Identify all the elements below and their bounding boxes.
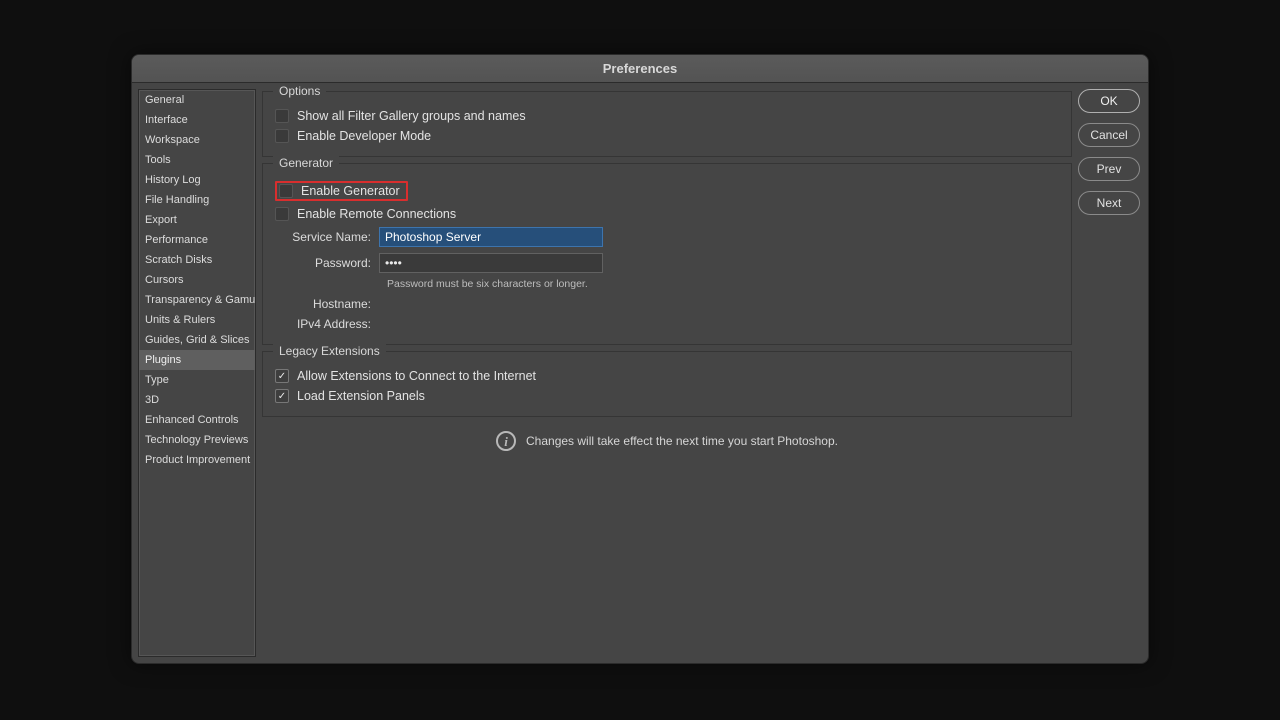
sidebar-item-type[interactable]: Type (139, 370, 255, 390)
load-panels-label: Load Extension Panels (297, 389, 425, 403)
sidebar-item-product-improvement[interactable]: Product Improvement (139, 450, 255, 470)
sidebar-item-technology-previews[interactable]: Technology Previews (139, 430, 255, 450)
ipv4-label: IPv4 Address: (275, 317, 379, 331)
enable-remote-label: Enable Remote Connections (297, 207, 456, 221)
service-name-label: Service Name: (275, 230, 379, 244)
window-title: Preferences (132, 55, 1148, 83)
enable-dev-mode-checkbox[interactable] (275, 129, 289, 143)
enable-remote-row[interactable]: Enable Remote Connections (275, 204, 1059, 224)
enable-remote-checkbox[interactable] (275, 207, 289, 221)
ok-button[interactable]: OK (1078, 89, 1140, 113)
sidebar-item-tools[interactable]: Tools (139, 150, 255, 170)
options-group: Options Show all Filter Gallery groups a… (262, 91, 1072, 157)
sidebar-item-history-log[interactable]: History Log (139, 170, 255, 190)
restart-note-text: Changes will take effect the next time y… (526, 434, 838, 448)
sidebar-item-3d[interactable]: 3D (139, 390, 255, 410)
info-icon: i (496, 431, 516, 451)
sidebar-item-export[interactable]: Export (139, 210, 255, 230)
legacy-legend: Legacy Extensions (273, 344, 386, 358)
hostname-label: Hostname: (275, 297, 379, 311)
allow-internet-checkbox[interactable] (275, 369, 289, 383)
enable-generator-label: Enable Generator (301, 184, 400, 198)
allow-internet-label: Allow Extensions to Connect to the Inter… (297, 369, 536, 383)
service-name-row: Service Name: Photoshop Server (275, 224, 1059, 250)
sidebar-item-interface[interactable]: Interface (139, 110, 255, 130)
sidebar-item-cursors[interactable]: Cursors (139, 270, 255, 290)
ipv4-row: IPv4 Address: (275, 314, 1059, 334)
password-label: Password: (275, 256, 379, 270)
enable-generator-highlight: Enable Generator (275, 181, 408, 201)
sidebar-item-plugins[interactable]: Plugins (139, 350, 255, 370)
prev-button[interactable]: Prev (1078, 157, 1140, 181)
options-legend: Options (273, 84, 326, 98)
password-row: Password: •••• (275, 250, 1059, 276)
sidebar-item-transparency-gamut[interactable]: Transparency & Gamut (139, 290, 255, 310)
generator-group: Generator Enable Generator Enable Remote… (262, 163, 1072, 345)
main-panel: Options Show all Filter Gallery groups a… (256, 83, 1078, 663)
cancel-button[interactable]: Cancel (1078, 123, 1140, 147)
restart-note: i Changes will take effect the next time… (262, 417, 1072, 465)
category-sidebar: GeneralInterfaceWorkspaceToolsHistory Lo… (138, 89, 256, 657)
enable-dev-mode-row[interactable]: Enable Developer Mode (275, 126, 1059, 146)
enable-dev-mode-label: Enable Developer Mode (297, 129, 431, 143)
sidebar-item-performance[interactable]: Performance (139, 230, 255, 250)
generator-legend: Generator (273, 156, 339, 170)
sidebar-item-enhanced-controls[interactable]: Enhanced Controls (139, 410, 255, 430)
sidebar-item-guides-grid-slices[interactable]: Guides, Grid & Slices (139, 330, 255, 350)
service-name-input[interactable]: Photoshop Server (379, 227, 603, 247)
allow-internet-row[interactable]: Allow Extensions to Connect to the Inter… (275, 366, 1059, 386)
legacy-extensions-group: Legacy Extensions Allow Extensions to Co… (262, 351, 1072, 417)
window-body: GeneralInterfaceWorkspaceToolsHistory Lo… (132, 83, 1148, 663)
load-panels-row[interactable]: Load Extension Panels (275, 386, 1059, 406)
sidebar-item-file-handling[interactable]: File Handling (139, 190, 255, 210)
next-button[interactable]: Next (1078, 191, 1140, 215)
dialog-buttons: OK Cancel Prev Next (1078, 83, 1148, 663)
sidebar-item-units-rulers[interactable]: Units & Rulers (139, 310, 255, 330)
sidebar-item-general[interactable]: General (139, 90, 255, 110)
password-input[interactable]: •••• (379, 253, 603, 273)
load-panels-checkbox[interactable] (275, 389, 289, 403)
enable-generator-checkbox[interactable] (279, 184, 293, 198)
sidebar-item-workspace[interactable]: Workspace (139, 130, 255, 150)
preferences-window: Preferences GeneralInterfaceWorkspaceToo… (131, 54, 1149, 664)
sidebar-item-scratch-disks[interactable]: Scratch Disks (139, 250, 255, 270)
enable-generator-row[interactable]: Enable Generator (275, 178, 1059, 204)
show-filter-gallery-label: Show all Filter Gallery groups and names (297, 109, 526, 123)
hostname-row: Hostname: (275, 294, 1059, 314)
show-filter-gallery-row[interactable]: Show all Filter Gallery groups and names (275, 106, 1059, 126)
show-filter-gallery-checkbox[interactable] (275, 109, 289, 123)
password-hint: Password must be six characters or longe… (387, 276, 1059, 294)
